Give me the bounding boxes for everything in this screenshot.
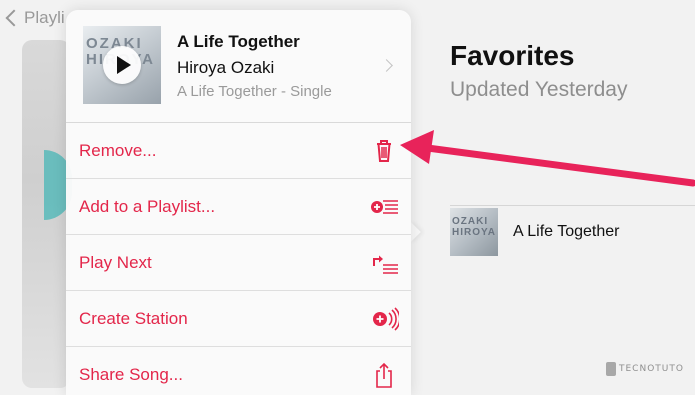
track-artwork: OZAKI HIROYA <box>450 208 498 256</box>
song-title: A Life Together <box>177 32 300 51</box>
track-row[interactable]: OZAKI HIROYA A Life Together <box>450 208 619 256</box>
menu-item-label: Create Station <box>79 308 188 328</box>
create-station-icon <box>373 307 399 331</box>
share-icon <box>376 362 392 388</box>
track-title: A Life Together <box>513 223 620 240</box>
play-icon <box>117 56 131 74</box>
song-action-popover: OZAKI HIROYA A Life Together Hiroya Ozak… <box>66 10 411 395</box>
playlist-subtitle: Updated Yesterday <box>450 78 628 101</box>
menu-item-label: Play Next <box>79 252 152 272</box>
divider <box>450 205 695 206</box>
menu-item-label: Add to a Playlist... <box>79 196 216 216</box>
trash-icon <box>377 140 391 162</box>
track-artwork-text: OZAKI HIROYA <box>452 216 496 238</box>
album-artwork: OZAKI HIROYA <box>83 26 161 104</box>
menu-item-create-station[interactable]: Create Station <box>66 291 411 347</box>
menu-item-add-to-playlist[interactable]: Add to a Playlist... <box>66 179 411 235</box>
menu-item-label: Remove... <box>79 140 157 160</box>
song-album: A Life Together - Single <box>177 83 332 100</box>
watermark: TECNOTUTO <box>606 362 684 376</box>
back-button[interactable]: Playli <box>5 8 65 28</box>
menu-item-label: Share Song... <box>79 365 183 384</box>
chevron-left-icon <box>5 9 23 27</box>
playlist-title: Favorites <box>450 40 575 71</box>
watermark-text: TECNOTUTO <box>619 364 684 374</box>
play-next-icon <box>373 255 398 274</box>
back-button-label: Playli <box>24 8 65 27</box>
robot-logo-icon <box>606 362 616 376</box>
menu-item-remove[interactable]: Remove... <box>66 123 411 179</box>
song-artist: Hiroya Ozaki <box>177 58 275 77</box>
chevron-right-icon[interactable] <box>380 59 393 72</box>
add-to-playlist-icon <box>371 200 398 214</box>
menu-item-play-next[interactable]: Play Next <box>66 235 411 291</box>
song-header[interactable]: OZAKI HIROYA A Life Together Hiroya Ozak… <box>66 10 411 122</box>
play-button[interactable] <box>103 46 141 84</box>
menu-item-share-song[interactable]: Share Song... <box>66 347 411 395</box>
